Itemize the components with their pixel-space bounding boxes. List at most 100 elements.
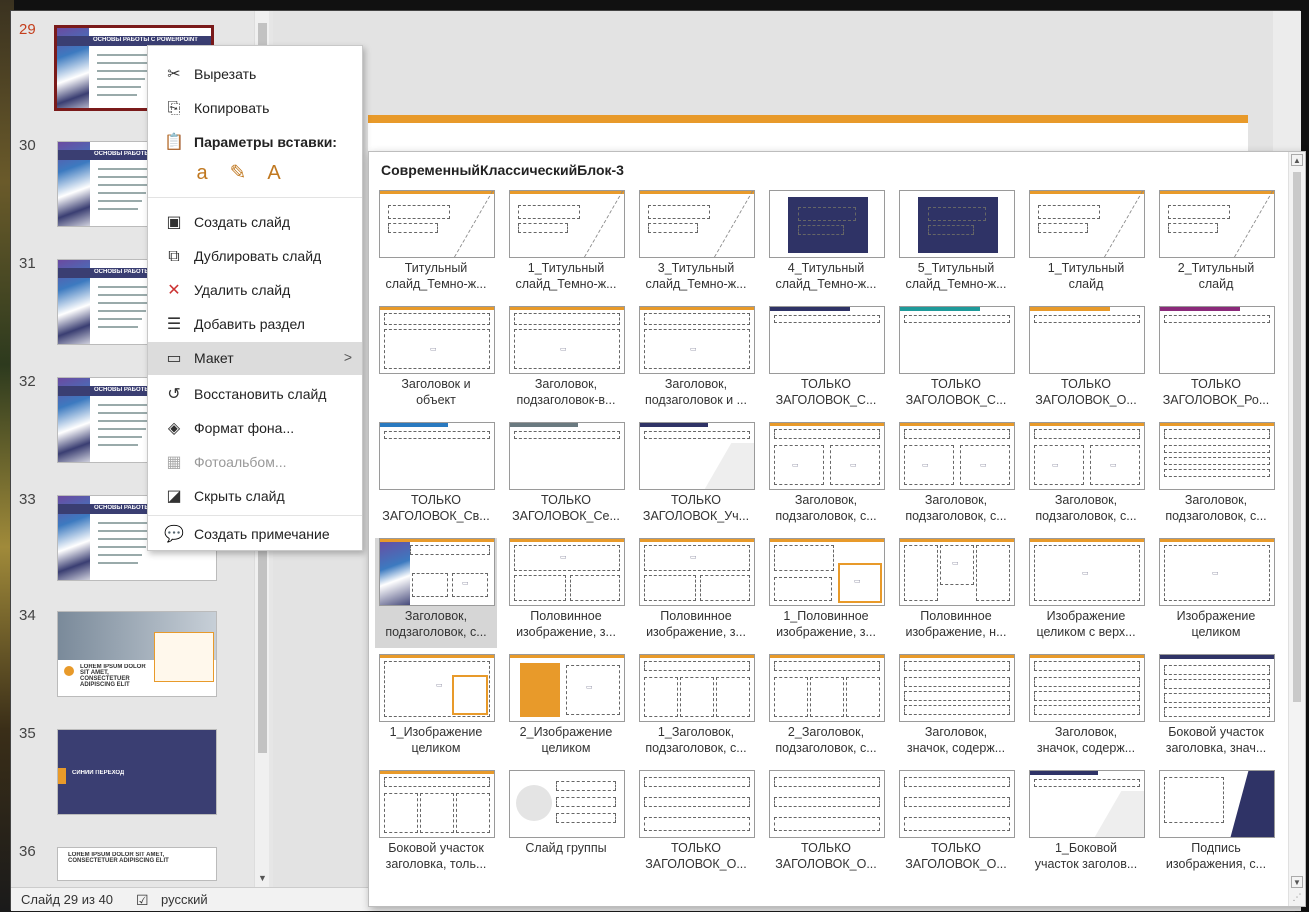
slide-thumbnail[interactable]: СИНИЙ ПЕРЕХОД <box>57 729 217 815</box>
menu-add-section[interactable]: ☰ Добавить раздел <box>148 308 362 341</box>
layout-tile[interactable]: 5_Титульный слайд_Темно-ж... <box>895 190 1017 300</box>
layout-tile[interactable]: 1_Титульный слайд <box>1025 190 1147 300</box>
menu-hide-slide[interactable]: ◪ Скрыть слайд <box>148 480 362 513</box>
layout-tile[interactable]: 1_Титульный слайд_Темно-ж... <box>505 190 627 300</box>
layout-tile[interactable]: ▭ Изображение целиком с верх... <box>1025 538 1147 648</box>
layout-tile[interactable]: ТОЛЬКО ЗАГОЛОВОК_Ро... <box>1155 306 1277 416</box>
picture-placeholder-icon: ▭ <box>792 462 799 469</box>
slide-thumbnail[interactable]: LOREM IPSUM DOLOR SIT AMET, CONSECTETUER… <box>57 847 217 881</box>
layout-tile[interactable]: 1_Заголовок, подзаголовок, с... <box>635 654 757 764</box>
layout-caption-line1: Боковой участок <box>388 841 484 855</box>
layout-tile[interactable]: Титульный слайд_Темно-ж... <box>375 190 497 300</box>
layout-thumbnail: ▭ <box>509 654 625 722</box>
layout-thumbnail <box>899 654 1015 722</box>
layout-tile[interactable]: ▭ Половинное изображение, з... <box>635 538 757 648</box>
layout-tile[interactable]: Заголовок, значок, содерж... <box>895 654 1017 764</box>
language-indicator[interactable]: русский <box>161 892 208 907</box>
menu-new-slide[interactable]: ▣ Создать слайд <box>148 206 362 239</box>
placeholder-box <box>904 797 1010 807</box>
menu-reset-slide[interactable]: ↺ Восстановить слайд <box>148 378 362 411</box>
accent-bar <box>640 423 709 427</box>
slide-thumbnail[interactable]: LOREM IPSUM DOLOR SIT AMET, CONSECTETUER… <box>57 611 217 697</box>
layout-tile[interactable]: Слайд группы <box>505 770 627 880</box>
layout-tile[interactable]: ▭ Половинное изображение, н... <box>895 538 1017 648</box>
paste-use-destination-theme-icon[interactable]: a <box>188 159 216 187</box>
layout-tile[interactable]: 3_Титульный слайд_Темно-ж... <box>635 190 757 300</box>
layout-caption: 5_Титульный слайд_Темно-ж... <box>895 260 1017 292</box>
layout-tile[interactable]: ▭ 1_Половинное изображение, з... <box>765 538 887 648</box>
scroll-down-arrow-icon[interactable]: ▼ <box>255 873 270 887</box>
slide-text-line <box>98 176 154 178</box>
scroll-down-arrow-icon[interactable]: ▼ <box>1291 876 1303 888</box>
layout-caption-line1: ТОЛЬКО <box>541 493 591 507</box>
layout-tile[interactable]: ТОЛЬКО ЗАГОЛОВОК_Уч... <box>635 422 757 532</box>
layout-tile[interactable]: ▭ Заголовок, подзаголовок и ... <box>635 306 757 416</box>
layout-caption-line2: изображения, с... <box>1165 857 1267 871</box>
paste-text-only-icon[interactable]: A <box>260 159 288 187</box>
layout-caption: Изображение целиком <box>1155 608 1277 640</box>
layout-thumbnail <box>1159 190 1275 258</box>
gallery-scrollbar[interactable]: ▲ ▼ ⋰ <box>1288 152 1305 906</box>
spellcheck-icon[interactable]: ☑ <box>136 892 149 909</box>
slide-accent <box>58 768 66 784</box>
layout-tile[interactable]: ▭ ▭ Заголовок, подзаголовок, с... <box>1025 422 1147 532</box>
layout-tile[interactable]: ТОЛЬКО ЗАГОЛОВОК_О... <box>635 770 757 880</box>
placeholder-box <box>518 205 580 219</box>
layout-tile[interactable]: ТОЛЬКО ЗАГОЛОВОК_О... <box>895 770 1017 880</box>
layout-tile[interactable]: ТОЛЬКО ЗАГОЛОВОК_С... <box>895 306 1017 416</box>
layout-caption-line2: объект <box>416 393 456 407</box>
placeholder-box <box>1164 679 1270 689</box>
layout-tile[interactable]: ▭ ▭ Заголовок, подзаголовок, с... <box>765 422 887 532</box>
layout-tile[interactable]: ТОЛЬКО ЗАГОЛОВОК_О... <box>765 770 887 880</box>
layout-tile[interactable]: 2_Заголовок, подзаголовок, с... <box>765 654 887 764</box>
menu-new-comment[interactable]: 💬 Создать примечание <box>148 518 362 551</box>
layout-tile[interactable]: 1_Боковой участок заголов... <box>1025 770 1147 880</box>
layout-tile[interactable]: Подпись изображения, с... <box>1155 770 1277 880</box>
layout-tile[interactable]: ТОЛЬКО ЗАГОЛОВОК_Се... <box>505 422 627 532</box>
layout-tile[interactable]: 2_Титульный слайд <box>1155 190 1277 300</box>
placeholder-box <box>388 223 438 233</box>
layout-thumbnail <box>639 422 755 490</box>
layout-tile[interactable]: ▭ Половинное изображение, з... <box>505 538 627 648</box>
layout-tile[interactable]: ▭ Заголовок, подзаголовок-в... <box>505 306 627 416</box>
paint-bucket-icon: ◈ <box>167 420 181 437</box>
layout-tile[interactable]: ТОЛЬКО ЗАГОЛОВОК_С... <box>765 306 887 416</box>
placeholder-box <box>514 313 620 325</box>
layout-thumbnail <box>899 190 1015 258</box>
menu-layout[interactable]: ▭ Макет > <box>148 342 362 375</box>
layout-tile[interactable]: Заголовок, подзаголовок, с... <box>1155 422 1277 532</box>
menu-format-background[interactable]: ◈ Формат фона... <box>148 412 362 445</box>
layout-tile[interactable]: ▭ 1_Изображение целиком <box>375 654 497 764</box>
placeholder-box <box>644 677 678 717</box>
layout-caption-line1: Заголовок, <box>1054 493 1118 507</box>
layout-tile[interactable]: ▭ Заголовок и объект <box>375 306 497 416</box>
layout-tile[interactable]: Заголовок, значок, содерж... <box>1025 654 1147 764</box>
layout-tile[interactable]: Боковой участок заголовка, знач... <box>1155 654 1277 764</box>
gallery-scroll-thumb[interactable] <box>1293 172 1301 702</box>
layout-tile[interactable]: ▭ ▭ Заголовок, подзаголовок, с... <box>895 422 1017 532</box>
menu-copy-label: Копировать <box>194 100 270 116</box>
slide-text-line <box>98 436 142 438</box>
layout-thumbnail <box>769 654 885 722</box>
layout-thumbnail: ▭ <box>899 538 1015 606</box>
layout-tile[interactable]: ТОЛЬКО ЗАГОЛОВОК_О... <box>1025 306 1147 416</box>
placeholder-box <box>774 677 808 717</box>
layout-tile[interactable]: ТОЛЬКО ЗАГОЛОВОК_Св... <box>375 422 497 532</box>
placeholder-box <box>774 429 880 439</box>
paste-keep-formatting-icon[interactable]: ✎ <box>224 159 252 187</box>
scroll-up-arrow-icon[interactable]: ▲ <box>1291 154 1303 166</box>
layout-tile[interactable]: Боковой участок заголовка, толь... <box>375 770 497 880</box>
layout-tile[interactable]: 4_Титульный слайд_Темно-ж... <box>765 190 887 300</box>
resize-grip-icon[interactable]: ⋰ <box>1291 892 1303 904</box>
layout-caption-line2: слайд_Темно-ж... <box>515 277 617 291</box>
menu-copy[interactable]: ⎘ Копировать <box>148 92 362 125</box>
accent-bar <box>510 423 579 427</box>
layout-caption-line1: Изображение <box>1046 609 1126 623</box>
layout-tile[interactable]: ▭ Изображение целиком <box>1155 538 1277 648</box>
placeholder-box <box>1164 665 1270 675</box>
menu-cut[interactable]: ✂ Вырезать <box>148 58 362 91</box>
menu-delete-slide[interactable]: ✕ Удалить слайд <box>148 274 362 307</box>
layout-tile[interactable]: ▭ 2_Изображение целиком <box>505 654 627 764</box>
layout-tile[interactable]: ▭ Заголовок, подзаголовок, с... <box>375 538 497 648</box>
menu-duplicate-slide[interactable]: ⧉ Дублировать слайд <box>148 240 362 273</box>
